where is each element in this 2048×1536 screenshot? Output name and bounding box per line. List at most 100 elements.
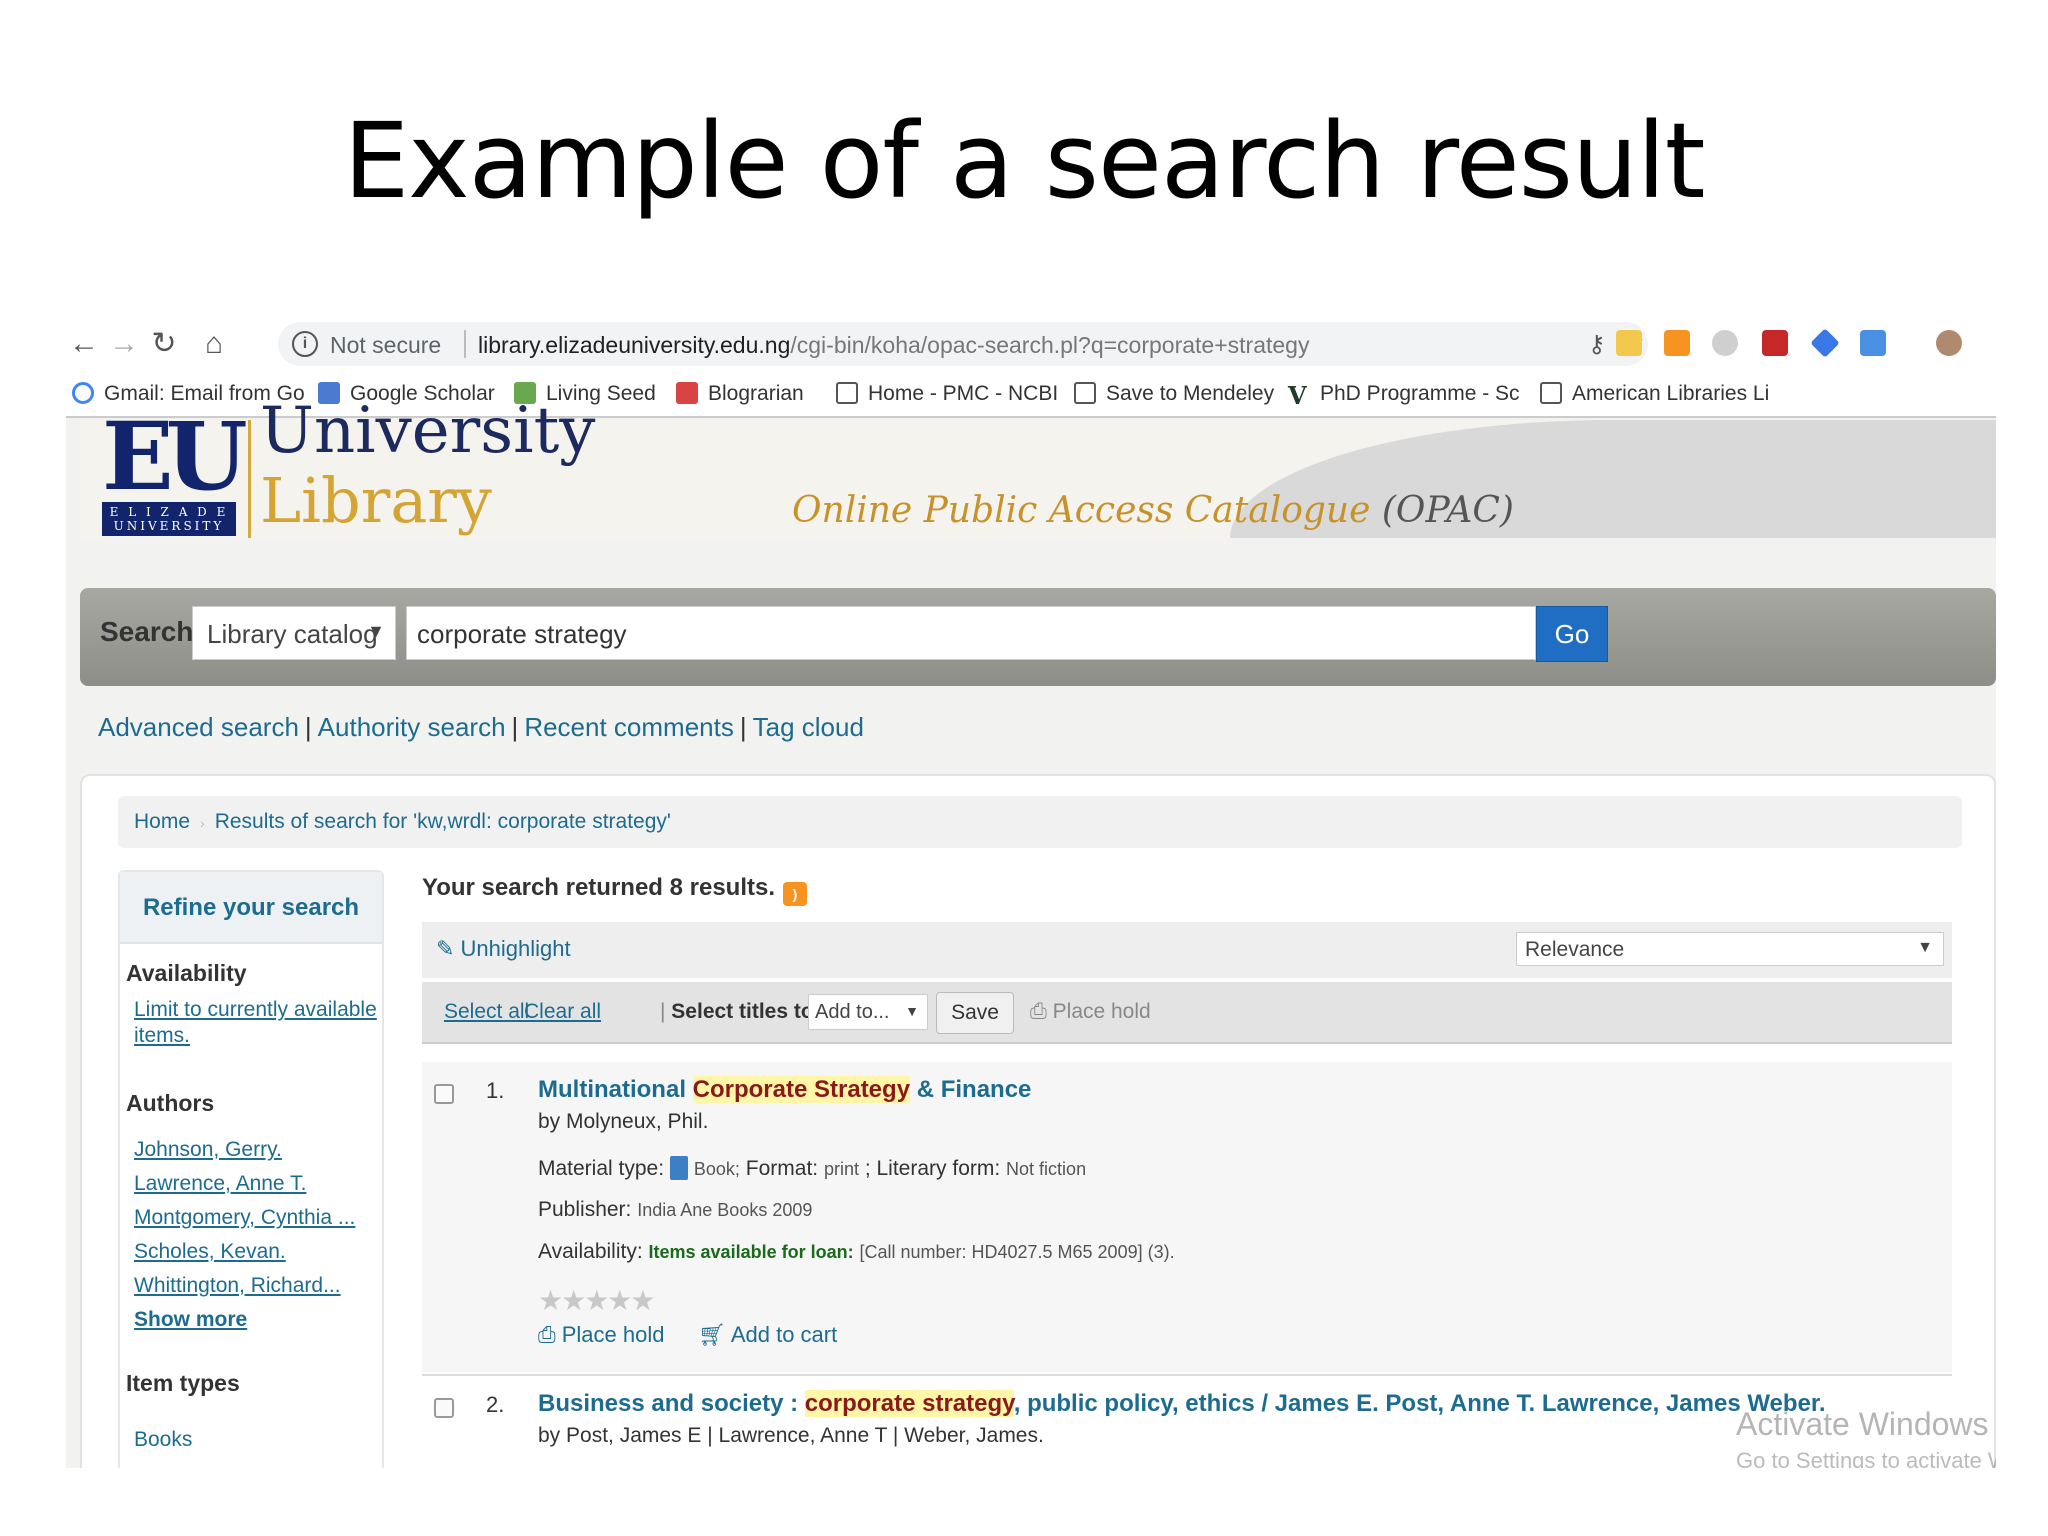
authors-heading: Authors bbox=[126, 1090, 215, 1116]
place-hold-button[interactable]: ⎙ Place hold bbox=[1030, 1000, 1151, 1024]
bookmark-phd[interactable]: V PhD Programme - Sc bbox=[1288, 382, 1520, 408]
literary-label: ; Literary form: bbox=[864, 1157, 1001, 1180]
sort-select[interactable]: Relevance ▼ bbox=[1516, 932, 1944, 966]
bookmark-american-libraries[interactable]: American Libraries Li bbox=[1540, 382, 1769, 406]
v-icon: V bbox=[1288, 384, 1310, 408]
title-part: , public policy, ethics / James E. Post,… bbox=[1013, 1390, 1826, 1417]
result-material-line: Material type: Book; Format: print ; Lit… bbox=[538, 1156, 1086, 1181]
bookmark-label: Save to Mendeley bbox=[1106, 382, 1275, 405]
result-availability-line: Availability: Items available for loan: … bbox=[538, 1240, 1175, 1264]
author-link[interactable]: Montgomery, Cynthia ... bbox=[134, 1206, 355, 1230]
availability-heading: Availability bbox=[126, 960, 247, 986]
go-button[interactable]: Go bbox=[1536, 606, 1608, 662]
save-button[interactable]: Save bbox=[936, 992, 1014, 1034]
authority-search-link[interactable]: Authority search bbox=[318, 712, 506, 742]
place-hold-link[interactable]: ⎙ Place hold bbox=[538, 1322, 664, 1348]
activate-windows-watermark: Activate Windows bbox=[1736, 1406, 1989, 1442]
breadcrumb: Home › Results of search for 'kw,wrdl: cor… bbox=[118, 796, 1962, 848]
unhighlight-link[interactable]: ✎ Unhighlight bbox=[436, 936, 571, 962]
divider bbox=[464, 330, 466, 358]
circle-extension-icon[interactable] bbox=[1712, 330, 1738, 356]
blogger-icon bbox=[676, 382, 698, 404]
google-icon bbox=[72, 382, 94, 404]
address-bar[interactable]: i Not secure library.elizadeuniversity.e… bbox=[278, 322, 1648, 366]
breadcrumb-home[interactable]: Home bbox=[134, 810, 190, 833]
result-number: 1. bbox=[486, 1078, 505, 1103]
rss-icon[interactable]: ) bbox=[783, 882, 808, 906]
rss-extension-icon[interactable] bbox=[1664, 330, 1690, 356]
results-toolbar: ✎ Unhighlight Relevance ▼ bbox=[422, 922, 1952, 978]
result-checkbox[interactable] bbox=[434, 1084, 454, 1104]
show-more-link[interactable]: Show more bbox=[134, 1308, 247, 1332]
mendeley-extension-icon[interactable] bbox=[1762, 330, 1788, 356]
search-input[interactable]: corporate strategy bbox=[406, 606, 1536, 660]
select-titles-label: | Select titles to: bbox=[660, 1000, 821, 1024]
slide-title: Example of a search result bbox=[343, 100, 1705, 222]
university-logo[interactable]: EU E L I Z A D E UNIVERSITY bbox=[102, 402, 248, 538]
add-to-select[interactable]: Add to... ▼ bbox=[808, 994, 928, 1030]
item-types-heading: Item types bbox=[126, 1370, 240, 1396]
publisher-label: Publisher: bbox=[538, 1198, 632, 1221]
not-secure-label: Not secure bbox=[330, 332, 442, 358]
check-extension-icon[interactable] bbox=[1860, 330, 1886, 356]
home-icon[interactable]: ⌂ bbox=[196, 326, 232, 362]
author-link[interactable]: Lawrence, Anne T. bbox=[134, 1172, 306, 1196]
library-banner: EU E L I Z A D E UNIVERSITY University L… bbox=[80, 394, 1996, 538]
material-label: Material type: bbox=[538, 1157, 665, 1180]
tag-cloud-link[interactable]: Tag cloud bbox=[753, 712, 864, 742]
url-text[interactable]: library.elizadeuniversity.edu.ng/cgi-bin… bbox=[478, 332, 1309, 359]
diamond-extension-icon[interactable] bbox=[1810, 328, 1840, 358]
title-part: Multinational bbox=[538, 1076, 693, 1103]
availability-call-number: [Call number: HD4027.5 M65 2009] (3). bbox=[859, 1242, 1175, 1262]
recent-comments-link[interactable]: Recent comments bbox=[524, 712, 734, 742]
clear-all-link[interactable]: Clear all bbox=[524, 1000, 601, 1024]
logo-text: EU bbox=[102, 402, 248, 512]
reload-icon[interactable]: ↻ bbox=[146, 326, 182, 362]
ncbi-icon bbox=[836, 382, 858, 404]
breadcrumb-current[interactable]: Results of search for 'kw,wrdl: corporat… bbox=[215, 810, 671, 833]
forward-icon[interactable]: → bbox=[106, 326, 142, 362]
author-link[interactable]: Johnson, Gerry. bbox=[134, 1138, 282, 1162]
browser-screenshot: ← → ↻ ⌂ i Not secure library.elizadeuniv… bbox=[66, 316, 1996, 1468]
folder-extension-icon[interactable] bbox=[1616, 330, 1642, 356]
add-to-value: Add to... bbox=[815, 1001, 890, 1023]
page-icon bbox=[1074, 382, 1096, 404]
opac-text: Online Public Access Catalogue bbox=[792, 490, 1371, 531]
bookmark-blograrian[interactable]: Blograrian bbox=[676, 382, 804, 406]
dropdown-arrow-icon: ▼ bbox=[1917, 939, 1933, 956]
limit-available-link-2[interactable]: items. bbox=[134, 1024, 190, 1048]
highlighter-icon: ✎ bbox=[436, 936, 461, 961]
info-icon[interactable]: i bbox=[292, 331, 318, 357]
bookmark-pmc[interactable]: Home - PMC - NCBI bbox=[836, 382, 1058, 406]
chevron-right-icon: › bbox=[200, 815, 205, 831]
result-item: 1. Multinational Corporate Strategy & Fi… bbox=[422, 1062, 1952, 1372]
profile-avatar[interactable] bbox=[1936, 330, 1962, 356]
star-rating[interactable]: ★★★★★ bbox=[538, 1284, 656, 1317]
result-title-link[interactable]: Multinational Corporate Strategy & Finan… bbox=[538, 1076, 1031, 1104]
library-heading: Library bbox=[260, 464, 492, 537]
back-icon[interactable]: ← bbox=[66, 326, 102, 362]
title-part: & Finance bbox=[910, 1076, 1032, 1103]
browser-toolbar: ← → ↻ ⌂ i Not secure library.elizadeuniv… bbox=[66, 316, 1996, 372]
search-scope-select[interactable]: Library catalog ▼ bbox=[192, 606, 396, 660]
separator: | bbox=[511, 712, 519, 742]
bookmark-mendeley[interactable]: Save to Mendeley bbox=[1074, 382, 1274, 406]
results-panel: Home › Results of search for 'kw,wrdl: cor… bbox=[80, 774, 1996, 1468]
author-link[interactable]: Whittington, Richard... bbox=[134, 1274, 341, 1298]
place-hold-text: Place hold bbox=[561, 1322, 665, 1347]
key-icon[interactable]: ⚷ bbox=[1588, 330, 1606, 359]
book-icon bbox=[669, 1156, 688, 1180]
material-value: Book; bbox=[693, 1159, 740, 1179]
refine-heading[interactable]: Refine your search bbox=[120, 872, 382, 944]
format-label: Format: bbox=[745, 1157, 819, 1180]
limit-available-link[interactable]: Limit to currently available bbox=[134, 998, 377, 1022]
result-checkbox[interactable] bbox=[434, 1398, 454, 1418]
item-type-link[interactable]: Books bbox=[134, 1428, 192, 1452]
result-title-link[interactable]: Business and society : corporate strateg… bbox=[538, 1390, 1826, 1418]
select-all-link[interactable]: Select all bbox=[444, 1000, 529, 1024]
search-scope-value: Library catalog bbox=[207, 619, 378, 649]
add-to-cart-link[interactable]: 🛒︎ Add to cart bbox=[698, 1322, 837, 1348]
author-link[interactable]: Scholes, Kevan. bbox=[134, 1240, 286, 1264]
advanced-search-link[interactable]: Advanced search bbox=[98, 712, 299, 742]
search-links: Advanced search | Authority search | Recent … bbox=[98, 712, 864, 743]
